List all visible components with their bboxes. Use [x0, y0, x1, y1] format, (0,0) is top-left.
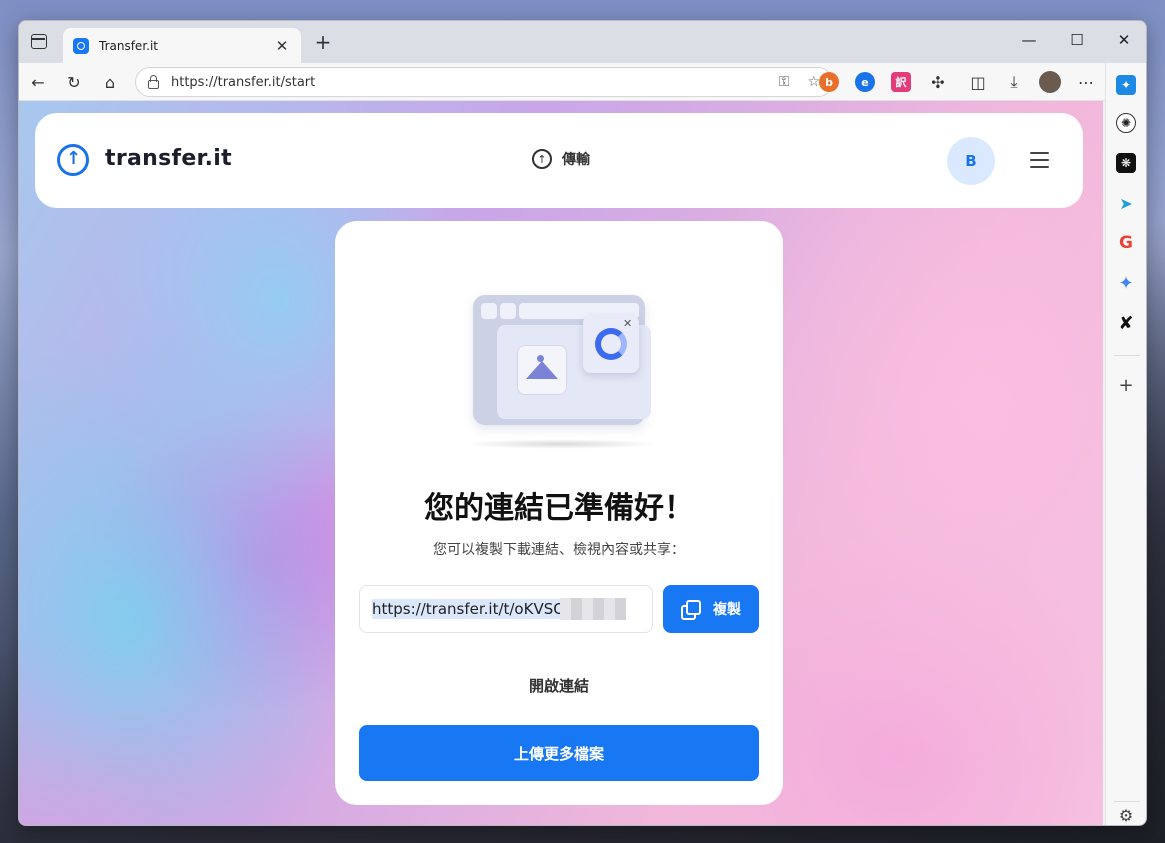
tab-transfer-it[interactable]: Transfer.it ✕ — [63, 28, 301, 63]
google-icon[interactable]: G — [1116, 233, 1136, 253]
upload-more-button[interactable]: 上傳更多檔案 — [359, 725, 759, 781]
sidebar-add-icon[interactable]: + — [1116, 375, 1136, 396]
copy-button[interactable]: 複製 — [663, 585, 759, 633]
minimize-button[interactable]: — — [1014, 31, 1044, 49]
ai-brain-icon[interactable]: ❋ — [1116, 153, 1136, 173]
tab-actions-icon[interactable] — [31, 34, 47, 49]
logo-arrow-icon: ↑ — [66, 148, 82, 169]
transfer-nav-button[interactable]: ↑ 傳輸 — [532, 149, 590, 169]
image-gen-icon[interactable]: ✦ — [1116, 75, 1136, 95]
browser-window: Transfer.it ✕ + — ☐ ✕ ← ↻ ⌂ https://tran… — [18, 20, 1147, 826]
tab-bar: Transfer.it ✕ + — ☐ ✕ — [19, 21, 1146, 63]
card-subtitle: 您可以複製下載連結、檢視內容或共享： — [433, 542, 685, 558]
logo-text[interactable]: transfer.it — [105, 146, 232, 171]
card-title: 您的連結已準備好！ — [424, 491, 694, 526]
split-screen-icon[interactable]: ◫ — [967, 71, 989, 93]
site-header: ↑ transfer.it ↑ 傳輸 B — [35, 113, 1083, 208]
address-bar[interactable]: https://transfer.it/start ⚿ ☆ — [135, 67, 833, 97]
transfer-nav-label: 傳輸 — [562, 152, 590, 168]
extensions-puzzle-icon[interactable]: ✣ — [927, 71, 949, 93]
copy-icon — [681, 600, 701, 620]
gemini-icon[interactable]: ✦ — [1116, 273, 1136, 294]
openai-icon[interactable]: ✺ — [1116, 113, 1136, 133]
key-icon[interactable]: ⚿ — [779, 74, 790, 90]
hamburger-menu-icon[interactable] — [1030, 152, 1049, 168]
url-text[interactable]: https://transfer.it/start — [171, 75, 761, 90]
download-link-text[interactable]: https://transfer.it/t/oKVSQc — [372, 599, 574, 619]
lock-icon — [148, 74, 159, 89]
redacted-link-part — [560, 598, 626, 620]
illustration-close-icon: ✕ — [623, 317, 633, 330]
translate-extension-icon[interactable]: 訳 — [891, 72, 911, 92]
open-link-button[interactable]: 開啟連結 — [335, 675, 783, 696]
upload-arrow-icon: ↑ — [532, 149, 552, 169]
maximize-button[interactable]: ☐ — [1062, 31, 1092, 49]
x-icon[interactable]: ✘ — [1116, 313, 1136, 334]
file-illustration: ✕ — [457, 293, 663, 453]
close-window-button[interactable]: ✕ — [1109, 31, 1139, 49]
transfer-logo-icon[interactable]: ↑ — [57, 144, 89, 176]
download-link-field[interactable]: https://transfer.it/t/oKVSQc — [359, 585, 653, 633]
tab-title: Transfer.it — [99, 38, 159, 53]
more-menu-icon[interactable]: ⋯ — [1075, 71, 1097, 93]
sidebar-settings-icon[interactable]: ⚙ — [1116, 805, 1136, 825]
tab-close-icon[interactable]: ✕ — [273, 37, 291, 55]
extension-2-icon[interactable]: e — [855, 72, 875, 92]
browser-toolbar: ← ↻ ⌂ https://transfer.it/start ⚿ ☆ b e … — [19, 63, 1146, 101]
extension-1-icon[interactable]: b — [819, 72, 839, 92]
image-file-icon — [517, 345, 567, 395]
telegram-icon[interactable]: ➤ — [1116, 193, 1136, 213]
link-ready-card: ✕ 您的連結已準備好！ 您可以複製下載連結、檢視內容或共享： https://t… — [335, 221, 783, 805]
back-icon[interactable]: ← — [27, 71, 49, 93]
refresh-icon[interactable]: ↻ — [63, 71, 85, 93]
download-icon[interactable]: ⤓ — [1003, 71, 1025, 93]
transfer-favicon-icon — [73, 37, 89, 54]
new-tab-button[interactable]: + — [311, 30, 335, 54]
user-avatar[interactable]: B — [947, 137, 995, 185]
edge-sidebar: ✦ ✺ ❋ ➤ G ✦ ✘ + ⚙ — [1105, 63, 1146, 825]
web-content: ↑ transfer.it ↑ 傳輸 B ✕ 您的連結已準備好！ 您可以複製下載… — [19, 101, 1103, 825]
copy-label: 複製 — [713, 602, 741, 618]
home-icon[interactable]: ⌂ — [99, 71, 121, 93]
profile-avatar-icon[interactable] — [1039, 71, 1061, 93]
